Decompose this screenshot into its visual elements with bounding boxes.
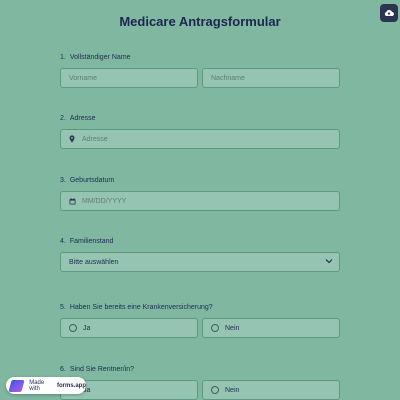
- first-name-input[interactable]: Vorname: [60, 68, 198, 88]
- insurance-option-yes[interactable]: Ja: [60, 318, 198, 338]
- last-name-input[interactable]: Nachname: [202, 68, 340, 88]
- marital-status-selected: Bitte auswählen: [69, 258, 119, 266]
- badge-prefix: Made with: [29, 379, 45, 392]
- question-label-birthdate: 3. Geburtsdatum: [60, 177, 115, 184]
- radio-icon: [69, 324, 77, 332]
- first-name-placeholder: Vorname: [69, 74, 98, 82]
- option-label: Nein: [225, 386, 240, 394]
- address-input[interactable]: Adresse: [60, 129, 340, 149]
- badge-brand: forms.app: [56, 382, 86, 389]
- question-label-insurance: 5. Haben Sie bereits eine Krankenversiche…: [60, 304, 213, 311]
- chevron-down-icon: [325, 258, 333, 266]
- address-placeholder: Adresse: [82, 135, 108, 143]
- page-title: Medicare Antragsformular: [119, 14, 281, 29]
- question-label-full-name: 1. Vollständiger Name: [60, 54, 131, 61]
- radio-icon: [211, 386, 219, 394]
- location-pin-icon: [68, 135, 76, 143]
- question-label-address: 2. Adresse: [60, 115, 96, 122]
- birthdate-placeholder: MM/DD/YYYY: [82, 197, 127, 205]
- insurance-option-no[interactable]: Nein: [202, 318, 340, 338]
- forms-app-logo-icon: [8, 379, 25, 392]
- made-with-badge[interactable]: Made with forms.app: [6, 377, 86, 394]
- last-name-placeholder: Nachname: [211, 74, 245, 82]
- retired-option-no[interactable]: Nein: [202, 380, 340, 400]
- birthdate-input[interactable]: MM/DD/YYYY: [60, 191, 340, 211]
- option-label: Nein: [225, 324, 240, 332]
- radio-icon: [211, 324, 219, 332]
- question-label-marital-status: 4. Familienstand: [60, 238, 114, 245]
- form-page: Medicare Antragsformular 1. Vollständiger…: [0, 0, 400, 400]
- question-label-retired: 6. Sind Sie Rentner/in?: [60, 366, 135, 373]
- calendar-icon: [68, 197, 76, 205]
- option-label: Ja: [83, 324, 91, 332]
- marital-status-select[interactable]: Bitte auswählen: [60, 252, 340, 272]
